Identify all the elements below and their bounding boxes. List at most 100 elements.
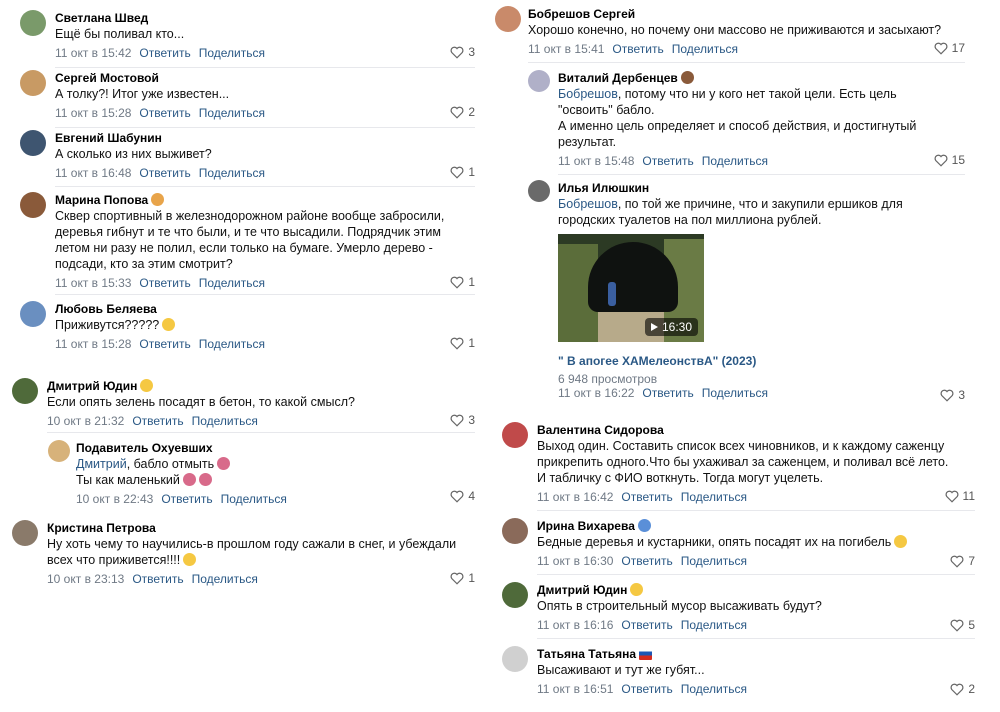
reply-button[interactable]: Ответить	[139, 166, 190, 180]
like-button[interactable]: 7	[950, 554, 975, 568]
avatar[interactable]	[20, 192, 46, 218]
like-button[interactable]: 1	[450, 275, 475, 289]
video-thumbnail[interactable]: 16:30	[558, 234, 704, 342]
comment-author[interactable]: Марина Попова	[55, 192, 475, 208]
comment-time[interactable]: 11 окт в 15:41	[528, 42, 604, 56]
comment-author[interactable]: Дмитрий Юдин	[47, 378, 475, 394]
comment-author[interactable]: Виталий Дербенцев	[558, 70, 953, 86]
reply-button[interactable]: Ответить	[621, 490, 672, 504]
share-button[interactable]: Поделиться	[681, 682, 747, 696]
avatar[interactable]	[528, 70, 550, 92]
reply-button[interactable]: Ответить	[132, 414, 183, 428]
comment-time[interactable]: 11 окт в 16:42	[537, 490, 613, 504]
avatar[interactable]	[502, 582, 528, 608]
share-button[interactable]: Поделиться	[221, 492, 287, 506]
reply-button[interactable]: Ответить	[642, 386, 693, 400]
like-button[interactable]: 2	[450, 105, 475, 119]
avatar[interactable]	[20, 130, 46, 156]
share-button[interactable]: Поделиться	[192, 572, 258, 586]
share-button[interactable]: Поделиться	[199, 46, 265, 60]
reply-button[interactable]: Ответить	[139, 46, 190, 60]
smile-emoji-icon	[630, 583, 644, 596]
reply-button[interactable]: Ответить	[132, 572, 183, 586]
avatar[interactable]	[48, 440, 70, 462]
like-button[interactable]: 3	[940, 388, 965, 402]
share-button[interactable]: Поделиться	[199, 106, 265, 120]
avatar[interactable]	[20, 10, 46, 36]
like-button[interactable]: 17	[934, 41, 965, 55]
like-button[interactable]: 15	[934, 153, 965, 167]
share-button[interactable]: Поделиться	[681, 618, 747, 632]
reply-button[interactable]: Ответить	[621, 682, 672, 696]
like-button[interactable]: 1	[450, 165, 475, 179]
comment-author[interactable]: Татьяна Татьяна	[537, 646, 957, 662]
comment-time[interactable]: 11 окт в 16:30	[537, 554, 613, 568]
comment: Дмитрий Юдин Опять в строительный мусор …	[502, 582, 975, 632]
like-button[interactable]: 2	[950, 682, 975, 696]
like-button[interactable]: 4	[450, 489, 475, 503]
like-button[interactable]: 1	[450, 336, 475, 350]
avatar[interactable]	[495, 6, 521, 32]
avatar[interactable]	[20, 301, 46, 327]
reply-to-link[interactable]: Бобрешов	[558, 197, 618, 211]
share-button[interactable]: Поделиться	[192, 414, 258, 428]
avatar[interactable]	[12, 520, 38, 546]
comment-time[interactable]: 10 окт в 21:32	[47, 414, 124, 428]
comment-author[interactable]: Ирина Вихарева	[537, 518, 957, 534]
reply-to-link[interactable]: Дмитрий	[76, 457, 127, 471]
comment-time[interactable]: 11 окт в 15:42	[55, 46, 131, 60]
reply-button[interactable]: Ответить	[139, 276, 190, 290]
reply-to-link[interactable]: Бобрешов	[558, 87, 618, 101]
like-button[interactable]: 1	[450, 571, 475, 585]
comment-author[interactable]: Любовь Беляева	[55, 301, 475, 317]
comment-author[interactable]: Дмитрий Юдин	[537, 582, 957, 598]
comment-author[interactable]: Подавитель Охуевших	[76, 440, 475, 456]
comment-time[interactable]: 10 окт в 23:13	[47, 572, 124, 586]
reply-button[interactable]: Ответить	[621, 618, 672, 632]
comment-author[interactable]: Бобрешов Сергей	[528, 6, 965, 22]
comment-author[interactable]: Кристина Петрова	[47, 520, 475, 536]
comment-author[interactable]: Светлана Швед	[55, 10, 475, 26]
comment-author[interactable]: Илья Илюшкин	[558, 180, 958, 196]
like-button[interactable]: 3	[450, 45, 475, 59]
like-button[interactable]: 11	[945, 489, 975, 503]
share-button[interactable]: Поделиться	[681, 490, 747, 504]
share-button[interactable]: Поделиться	[702, 154, 768, 168]
avatar[interactable]	[528, 180, 550, 202]
reply-button[interactable]: Ответить	[139, 106, 190, 120]
avatar[interactable]	[502, 422, 528, 448]
comment-time[interactable]: 11 окт в 15:28	[55, 106, 131, 120]
comment-author[interactable]: Валентина Сидорова	[537, 422, 957, 438]
avatar[interactable]	[12, 378, 38, 404]
like-button[interactable]: 3	[450, 413, 475, 427]
comment-author[interactable]: Сергей Мостовой	[55, 70, 475, 86]
share-button[interactable]: Поделиться	[681, 554, 747, 568]
reply-button[interactable]: Ответить	[139, 337, 190, 351]
share-button[interactable]: Поделиться	[199, 337, 265, 351]
share-button[interactable]: Поделиться	[199, 276, 265, 290]
comment-time[interactable]: 10 окт в 22:43	[76, 492, 153, 506]
comment-time[interactable]: 11 окт в 16:51	[537, 682, 613, 696]
comment-time[interactable]: 11 окт в 15:33	[55, 276, 131, 290]
avatar[interactable]	[20, 70, 46, 96]
comment-time[interactable]: 11 окт в 15:48	[558, 154, 634, 168]
comment-text: Приживутся?????	[55, 317, 475, 333]
like-button[interactable]: 5	[950, 618, 975, 632]
comment-time[interactable]: 11 окт в 16:22	[558, 386, 634, 400]
reply-button[interactable]: Ответить	[161, 492, 212, 506]
comment-time[interactable]: 11 окт в 16:16	[537, 618, 613, 632]
share-button[interactable]: Поделиться	[702, 386, 768, 400]
comment-text: А сколько из них выживет?	[55, 147, 212, 161]
avatar[interactable]	[502, 518, 528, 544]
reply-button[interactable]: Ответить	[642, 154, 693, 168]
share-button[interactable]: Поделиться	[672, 42, 738, 56]
share-button[interactable]: Поделиться	[199, 166, 265, 180]
comment-author[interactable]: Евгений Шабунин	[55, 130, 475, 146]
reply-button[interactable]: Ответить	[621, 554, 672, 568]
reply-button[interactable]: Ответить	[612, 42, 663, 56]
divider	[47, 432, 475, 433]
comment-time[interactable]: 11 окт в 16:48	[55, 166, 131, 180]
comment-time[interactable]: 11 окт в 15:28	[55, 337, 131, 351]
video-title-link[interactable]: " В апогее ХАМелеонствА" (2023)	[558, 354, 756, 368]
avatar[interactable]	[502, 646, 528, 672]
